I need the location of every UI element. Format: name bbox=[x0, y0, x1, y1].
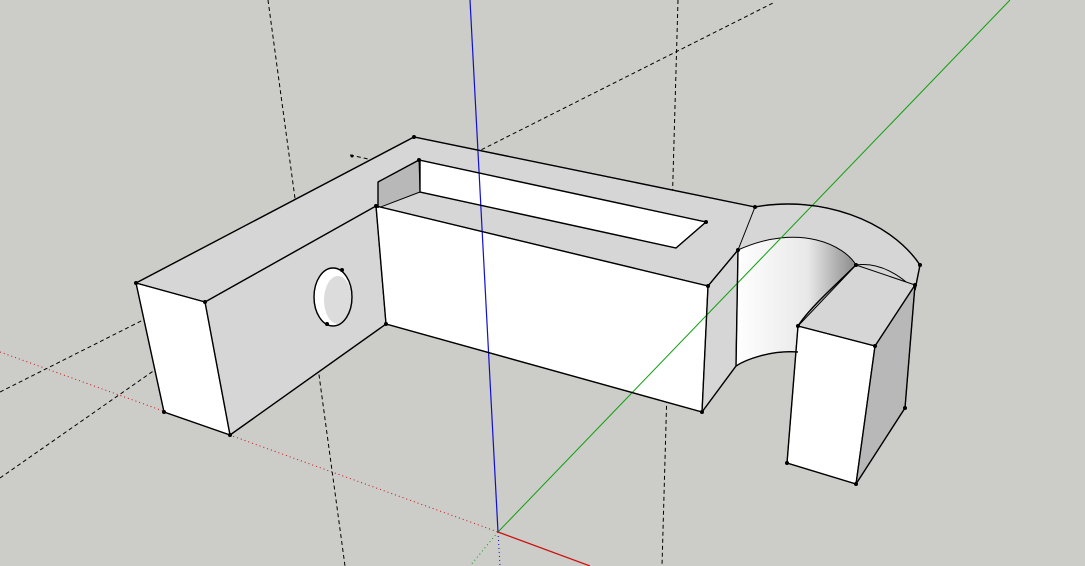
vertex bbox=[384, 322, 388, 326]
hole-left-shadow bbox=[324, 276, 352, 324]
vertex bbox=[412, 135, 416, 139]
vertex bbox=[785, 461, 789, 465]
vertex bbox=[134, 281, 138, 285]
vertex bbox=[873, 344, 877, 348]
vertex bbox=[796, 324, 800, 328]
vertex bbox=[753, 205, 757, 209]
vertex bbox=[350, 154, 354, 158]
vertex bbox=[903, 406, 907, 410]
vertex bbox=[417, 158, 421, 162]
vertex bbox=[228, 433, 232, 437]
bracket-model[interactable] bbox=[135, 136, 921, 485]
z-axis-negative bbox=[497, 531, 501, 566]
vertex bbox=[325, 322, 329, 326]
y-axis-negative bbox=[469, 531, 499, 566]
vertex bbox=[706, 284, 710, 288]
3d-scene-canvas[interactable] bbox=[0, 0, 1085, 566]
vertex bbox=[918, 263, 922, 267]
vertex bbox=[203, 300, 207, 304]
vertex bbox=[913, 283, 917, 287]
vertex bbox=[162, 410, 166, 414]
vertex bbox=[374, 204, 378, 208]
vertex bbox=[854, 263, 858, 267]
x-axis bbox=[497, 531, 591, 566]
vertex bbox=[854, 482, 858, 486]
vertex bbox=[700, 410, 704, 414]
vertex bbox=[340, 268, 344, 272]
vertex bbox=[704, 220, 708, 224]
model-viewport[interactable] bbox=[0, 0, 1085, 566]
vertex bbox=[736, 248, 740, 252]
